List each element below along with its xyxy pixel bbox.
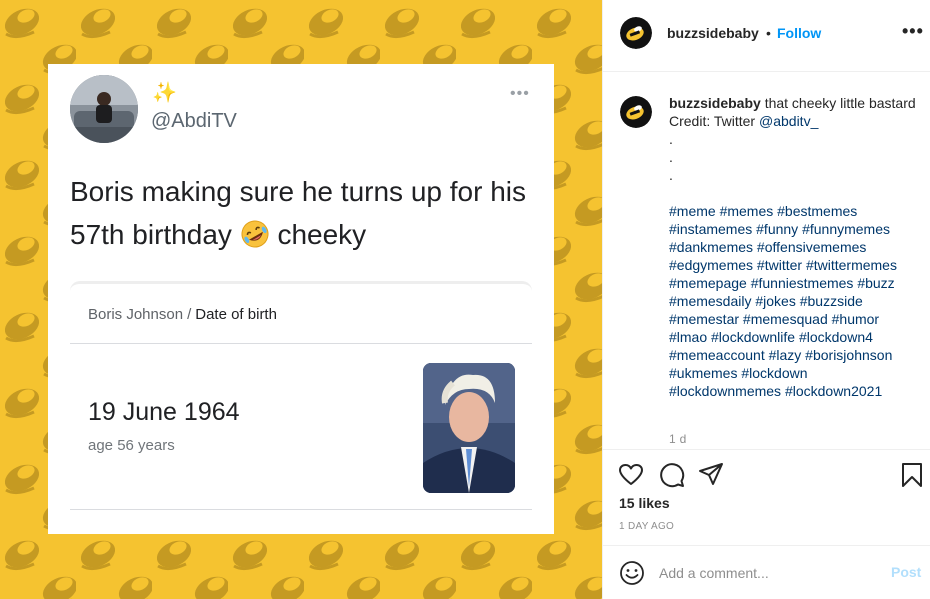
dot-line: . (669, 131, 673, 147)
dot-line: . (669, 149, 673, 165)
breadcrumb-separator: / (187, 306, 192, 323)
post-age: 1 DAY AGO (619, 521, 675, 532)
breadcrumb-name: Boris Johnson (88, 306, 184, 323)
post-sidebar: buzzsidebaby • Follow ••• buzzsidebaby t… (602, 0, 930, 599)
post-media[interactable]: ✨ @AbdiTV ••• Boris making sure he turns… (0, 0, 602, 599)
heart-icon[interactable] (618, 462, 644, 488)
portrait-photo (423, 363, 515, 493)
dot-line: . (669, 167, 673, 183)
divider (70, 343, 532, 344)
caption-avatar[interactable] (620, 96, 652, 128)
caption-timestamp: 1 d (669, 432, 687, 446)
caption-username[interactable]: buzzsidebaby (669, 95, 761, 111)
separator-dot: • (766, 25, 771, 41)
tweet-avatar (70, 75, 138, 143)
emoji-icon[interactable] (619, 560, 645, 586)
sparkle-icon: ✨ (152, 82, 177, 104)
share-icon[interactable] (698, 462, 724, 488)
avatar[interactable] (620, 17, 652, 49)
rofl-emoji-icon (241, 220, 269, 248)
birth-date: 19 June 1964 (88, 398, 240, 426)
post-comment-button[interactable]: Post (891, 564, 921, 580)
comment-input[interactable] (659, 562, 879, 584)
tweet-text-line2a: 57th birthday (70, 219, 232, 250)
hashtags[interactable]: #meme #memes #bestmemes #instamemes #fun… (669, 202, 919, 400)
bookmark-icon[interactable] (899, 462, 925, 488)
caption-text: that cheeky little bastard (764, 95, 916, 111)
comment-icon[interactable] (659, 462, 685, 488)
credit-prefix: Credit: Twitter (669, 113, 759, 129)
tweet-screenshot: ✨ @AbdiTV ••• Boris making sure he turns… (48, 64, 554, 534)
tweet-handle: @AbdiTV (151, 110, 237, 132)
google-result-card: Boris Johnson / Date of birth 19 June 1964… (70, 281, 532, 511)
caption: buzzsidebaby that cheeky little bastard … (669, 94, 919, 400)
follow-button[interactable]: Follow (777, 25, 821, 41)
tweet-text: Boris making sure he turns up for his 57… (70, 170, 540, 256)
comment-box: Post (603, 545, 930, 599)
breadcrumb: Boris Johnson / Date of birth (88, 306, 277, 323)
tweet-text-line1: Boris making sure he turns up for his (70, 176, 526, 207)
divider (70, 509, 532, 510)
credit-handle-link[interactable]: @abditv_ (759, 113, 818, 129)
tweet-more-icon: ••• (510, 85, 530, 102)
breadcrumb-current: Date of birth (195, 306, 277, 323)
tweet-text-line2b: cheeky (277, 219, 367, 250)
header-username[interactable]: buzzsidebaby (667, 25, 759, 41)
age-text: age 56 years (88, 437, 175, 454)
likes-count[interactable]: 15 likes (619, 495, 670, 511)
action-bar: 15 likes 1 DAY AGO (603, 449, 930, 545)
post-header: buzzsidebaby • Follow ••• (603, 0, 930, 72)
caption-dots: . . . (669, 130, 919, 184)
more-options-icon[interactable]: ••• (902, 22, 924, 40)
